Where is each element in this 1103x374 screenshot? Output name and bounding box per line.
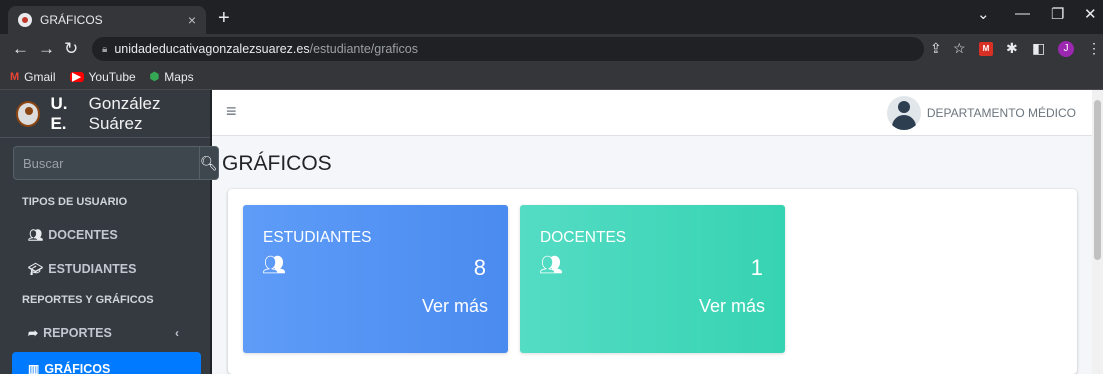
- sidebar-item-label: DOCENTES: [48, 227, 118, 242]
- ver-mas-link[interactable]: Ver más: [422, 296, 488, 317]
- school-logo-icon: [16, 100, 41, 127]
- restore-icon[interactable]: ❐: [1051, 5, 1064, 23]
- top-navbar: ≡ DEPARTAMENTO MÉDICO: [212, 90, 1092, 136]
- browser-toolbar: ← → ↻ 🔒︎ unidadeducativagonzalezsuarez.e…: [0, 34, 1103, 64]
- browser-tab-bar: GRÁFICOS × + ⌄ — ❐ ✕: [0, 0, 1103, 34]
- bookmark-label: YouTube: [88, 69, 136, 84]
- side-panel-icon[interactable]: ◧: [1032, 40, 1045, 57]
- forward-icon[interactable]: →: [38, 39, 55, 59]
- url-host: unidadeducativagonzalezsuarez.es: [114, 42, 310, 56]
- share-icon[interactable]: ⇪: [930, 40, 942, 57]
- favicon-icon: [18, 13, 32, 27]
- lock-icon: 🔒︎: [102, 43, 108, 55]
- new-tab-button[interactable]: +: [218, 7, 230, 30]
- nav-header-user-types: TIPOS DE USUARIO: [22, 196, 128, 208]
- url-path: /estudiante/graficos: [309, 42, 419, 56]
- sidebar-item-reportes[interactable]: ➦ REPORTES ‹: [12, 316, 201, 349]
- user-label: DEPARTAMENTO MÉDICO: [926, 106, 1076, 120]
- nav-header-reports: REPORTES Y GRÁFICOS: [22, 294, 154, 306]
- sidebar-item-graficos[interactable]: ▥ GRÁFICOS: [12, 352, 201, 374]
- sidebar: U. E. González Suárez 🔍︎ TIPOS DE USUARI…: [0, 90, 219, 374]
- maps-icon: ⬢: [149, 71, 160, 83]
- chart-bar-icon: ▥: [28, 361, 40, 374]
- stat-label: ESTUDIANTES: [263, 229, 372, 246]
- stat-count: 1: [750, 255, 763, 280]
- bookmark-youtube[interactable]: ▶ YouTube: [69, 69, 136, 84]
- chevron-left-icon: ‹: [175, 325, 179, 340]
- extension-icon[interactable]: M: [979, 42, 993, 56]
- back-icon[interactable]: ←: [12, 39, 29, 59]
- search-button[interactable]: 🔍︎: [199, 146, 219, 180]
- user-avatar: [886, 96, 921, 130]
- browser-tab[interactable]: GRÁFICOS ×: [8, 6, 206, 34]
- gmail-icon: M: [10, 70, 20, 83]
- bookmark-label: Maps: [164, 69, 194, 84]
- reload-icon[interactable]: ↻: [64, 39, 78, 59]
- minimize-icon[interactable]: —: [1015, 5, 1030, 22]
- youtube-icon: ▶: [69, 71, 84, 82]
- close-window-icon[interactable]: ✕: [1084, 5, 1097, 23]
- search-icon: 🔍︎: [200, 154, 218, 171]
- stat-label: DOCENTES: [540, 229, 627, 246]
- address-bar[interactable]: 🔒︎ unidadeducativagonzalezsuarez.es /est…: [92, 37, 924, 61]
- extensions-puzzle-icon[interactable]: ✱: [1006, 40, 1018, 57]
- tab-close-icon[interactable]: ×: [188, 12, 196, 28]
- sidebar-item-estudiantes[interactable]: 🎓︎ ESTUDIANTES: [12, 252, 201, 285]
- stat-box-estudiantes: ESTUDIANTES 👥︎ 8 Ver más: [243, 205, 508, 353]
- chalkboard-teacher-icon: 👥︎: [28, 227, 44, 242]
- bookmark-gmail[interactable]: M Gmail: [10, 70, 56, 84]
- bookmarks-bar: M Gmail ▶ YouTube ⬢ Maps: [0, 64, 1103, 90]
- bookmark-star-icon[interactable]: ☆: [953, 40, 966, 57]
- sidebar-item-label: REPORTES: [43, 325, 112, 340]
- brand-link[interactable]: U. E. González Suárez: [0, 90, 210, 138]
- users-icon: 👥︎: [539, 255, 564, 276]
- sidebar-item-label: ESTUDIANTES: [48, 261, 137, 276]
- sidebar-item-label: GRÁFICOS: [44, 361, 111, 374]
- page-title: GRÁFICOS: [222, 152, 332, 175]
- hamburger-menu-icon[interactable]: ≡: [226, 101, 237, 122]
- share-arrow-icon: ➦: [28, 325, 39, 340]
- search-input[interactable]: [13, 146, 199, 180]
- ver-mas-link[interactable]: Ver más: [699, 296, 765, 317]
- tab-title: GRÁFICOS: [40, 13, 103, 27]
- bookmark-label: Gmail: [24, 69, 56, 84]
- stat-box-docentes: DOCENTES 👥︎ 1 Ver más: [520, 205, 785, 353]
- sidebar-item-docentes[interactable]: 👥︎ DOCENTES: [12, 218, 201, 251]
- menu-kebab-icon[interactable]: ⋮: [1087, 40, 1101, 57]
- users-icon: 👥︎: [262, 255, 287, 276]
- brand-name: González Suárez: [88, 93, 161, 133]
- stat-count: 8: [473, 255, 486, 280]
- bookmark-maps[interactable]: ⬢ Maps: [150, 70, 194, 84]
- user-graduate-icon: 🎓︎: [28, 261, 44, 276]
- tab-search-icon[interactable]: ⌄: [977, 5, 990, 23]
- page-scrollbar[interactable]: [1092, 90, 1103, 374]
- profile-avatar[interactable]: J: [1058, 41, 1074, 57]
- user-menu[interactable]: DEPARTAMENTO MÉDICO: [886, 96, 1076, 130]
- brand-prefix: U. E.: [50, 93, 68, 133]
- sidebar-search: 🔍︎: [13, 146, 219, 180]
- scrollbar-thumb[interactable]: [1094, 100, 1101, 260]
